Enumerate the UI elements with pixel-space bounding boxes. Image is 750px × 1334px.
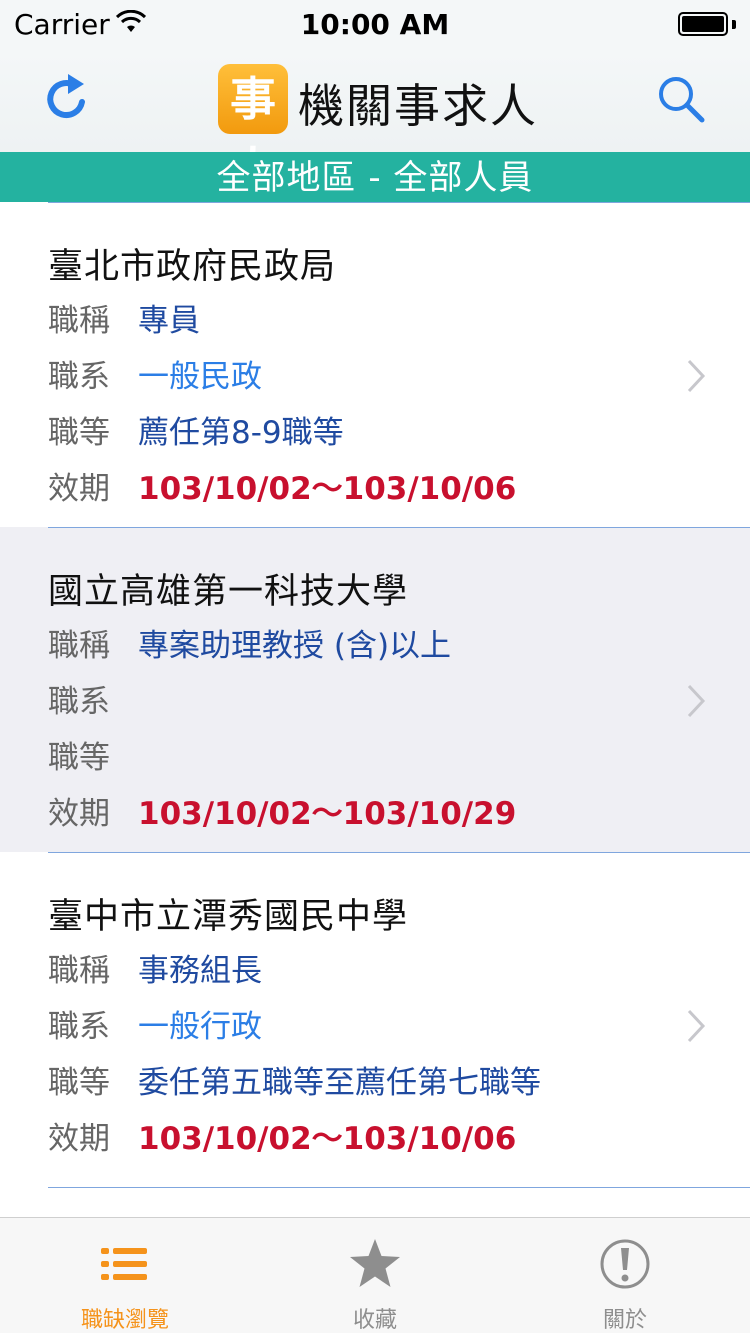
divider (48, 1187, 750, 1188)
chevron-right-icon (687, 359, 706, 393)
row-series: 職系 一般行政 (48, 1007, 262, 1047)
label-period: 效期 (48, 1121, 110, 1157)
tab-label: 收藏 (352, 1308, 397, 1333)
value-period: 103/10/02～103/10/06 (138, 471, 517, 507)
divider (48, 202, 750, 203)
chevron-right-icon (687, 1009, 706, 1043)
app-logo: 事人 (218, 64, 288, 196)
label-period: 效期 (48, 471, 110, 507)
label-grade: 職等 (48, 415, 110, 451)
info-icon (600, 1239, 650, 1289)
filter-bar[interactable]: 全部地區 - 全部人員 (0, 152, 750, 202)
tab-label: 關於 (602, 1308, 647, 1333)
tab-job-browse[interactable]: 職缺瀏覽 (0, 1218, 250, 1334)
list-item[interactable]: 臺中市立潭秀國民中學 職稱 事務組長 職系 一般行政 職等 委任第五職等至薦任第七職等… (0, 852, 750, 1177)
tab-bar: 職缺瀏覽 收藏 關於 (0, 1217, 750, 1333)
row-title: 職稱 專案助理教授 (含)以上 (48, 626, 451, 666)
value-series: 一般行政 (138, 1009, 262, 1045)
label-series: 職系 (48, 684, 110, 720)
refresh-icon[interactable] (44, 72, 92, 124)
value-period: 103/10/02～103/10/06 (138, 1121, 517, 1157)
org-name: 臺北市政府民政局 (48, 247, 337, 287)
value-grade: 薦任第8-9職等 (138, 415, 344, 451)
tab-favorites[interactable]: 收藏 (250, 1218, 500, 1334)
label-grade: 職等 (48, 740, 110, 776)
status-time: 10:00 AM (300, 8, 450, 41)
nav-bar: 事人 機關事求人 (0, 52, 750, 196)
list-item[interactable]: 國立高雄第一科技大學 職稱 專案助理教授 (含)以上 職系 職等 效期 103/10… (0, 527, 750, 852)
divider (48, 527, 750, 528)
label-grade: 職等 (48, 1065, 110, 1101)
next-list-item-partial (0, 1187, 750, 1217)
app-title: 機關事求人 (298, 79, 538, 133)
label-series: 職系 (48, 1009, 110, 1045)
value-grade: 委任第五職等至薦任第七職等 (138, 1065, 541, 1101)
row-grade: 職等 薦任第8-9職等 (48, 413, 344, 453)
list-item[interactable]: 臺北市政府民政局 職稱 專員 職系 一般民政 職等 薦任第8-9職等 效期 103/10… (0, 202, 750, 527)
value-series: 一般民政 (138, 359, 262, 395)
org-name: 國立高雄第一科技大學 (48, 572, 409, 612)
star-icon (350, 1239, 400, 1287)
row-period: 效期 103/10/02～103/10/06 (48, 1119, 516, 1159)
org-name: 臺中市立潭秀國民中學 (48, 897, 409, 937)
label-title: 職稱 (48, 628, 110, 664)
tab-label: 職缺瀏覽 (80, 1308, 169, 1333)
status-bar: Carrier 10:00 AM (0, 0, 750, 52)
divider (48, 852, 750, 853)
row-period: 效期 103/10/02～103/10/06 (48, 469, 516, 509)
label-title: 職稱 (48, 953, 110, 989)
row-title: 職稱 專員 (48, 301, 200, 341)
label-title: 職稱 (48, 303, 110, 339)
list-icon (101, 1248, 147, 1280)
value-title: 專案助理教授 (含)以上 (138, 628, 452, 664)
row-title: 職稱 事務組長 (48, 951, 262, 991)
value-title: 專員 (138, 303, 200, 339)
chevron-right-icon (687, 684, 706, 718)
search-icon[interactable] (656, 74, 706, 124)
label-period: 效期 (48, 796, 110, 832)
label-series: 職系 (48, 359, 110, 395)
tab-about[interactable]: 關於 (500, 1218, 750, 1334)
row-series: 職系 (48, 682, 138, 722)
row-grade: 職等 委任第五職等至薦任第七職等 (48, 1063, 541, 1103)
job-list: 臺北市政府民政局 職稱 專員 職系 一般民政 職等 薦任第8-9職等 效期 103/10… (0, 202, 750, 1177)
battery-icon (678, 12, 736, 38)
value-title: 事務組長 (138, 953, 262, 989)
row-period: 效期 103/10/02～103/10/29 (48, 794, 516, 834)
row-series: 職系 一般民政 (48, 357, 262, 397)
row-grade: 職等 (48, 738, 138, 778)
value-period: 103/10/02～103/10/29 (138, 796, 517, 832)
